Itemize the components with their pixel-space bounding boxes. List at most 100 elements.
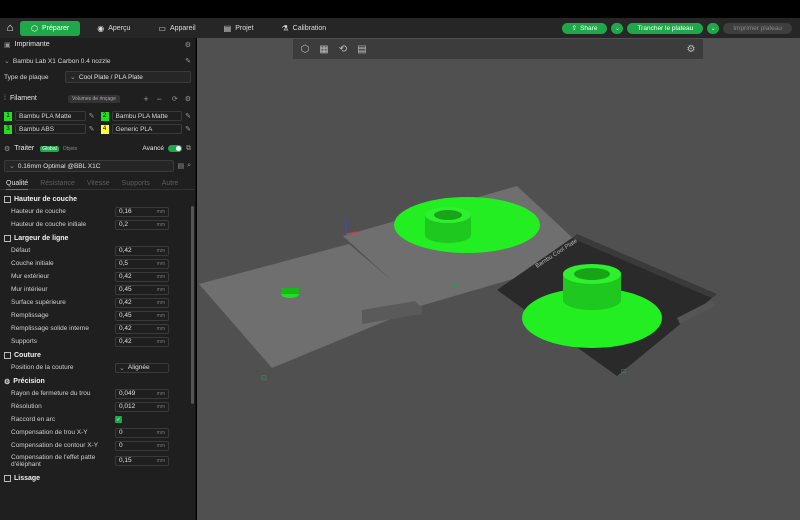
3d-model[interactable] <box>574 268 610 280</box>
3d-viewport[interactable]: ⬡ ▦ ⟲ ▤ ⚙ ⊡ ⊡ Bambu Cool Plate ⊡ <box>197 38 800 520</box>
objects-toggle[interactable]: Objets <box>63 146 77 152</box>
gear-icon[interactable]: ⚙ <box>185 95 191 103</box>
global-toggle[interactable]: Global <box>40 145 59 152</box>
chevron-down-icon: ⌄ <box>710 25 716 32</box>
param-row: Raccord en arc ✓ <box>11 416 122 423</box>
param-input[interactable]: 0,42 mm <box>115 271 169 282</box>
param-input[interactable]: 0,16 mm <box>115 206 169 217</box>
param-input[interactable]: 0,42 mm <box>115 323 169 334</box>
param-row: Remplissage 0,45 mm <box>0 309 195 322</box>
param-row: Couche initiale 0,5 mm <box>0 257 195 270</box>
sync-icon[interactable]: ⟳ <box>172 95 178 103</box>
advanced-switch[interactable] <box>168 145 182 152</box>
plate-origin-marker: ⊡ <box>621 369 626 375</box>
print-plate-button[interactable]: Imprimer plateau <box>723 22 792 34</box>
save-icon[interactable]: ▤ <box>177 162 184 170</box>
process-subtabs: Qualité Résistance Vitesse Supports Autr… <box>0 178 195 190</box>
3d-model[interactable] <box>425 227 471 243</box>
subtab-quality[interactable]: Qualité <box>6 178 29 190</box>
param-row: Mur extérieur 0,42 mm <box>0 270 195 283</box>
subtab-speed[interactable]: Vitesse <box>87 178 110 190</box>
param-input[interactable]: 0,012 mm <box>115 401 169 412</box>
tab-prepare[interactable]: ⬡ Préparer <box>20 20 81 36</box>
chevron-down-icon: ⌄ <box>119 364 125 372</box>
tab-device[interactable]: ▭ Appareil <box>147 21 206 36</box>
plus-icon[interactable]: + <box>143 94 148 104</box>
chevron-down-icon: ⌄ <box>4 58 10 65</box>
plate-type-select[interactable]: ⌄ Cool Plate / PLA Plate <box>65 71 191 83</box>
param-row: Compensation de l'effet patte d'éléphant… <box>0 452 195 469</box>
arc-fitting-checkbox[interactable]: ✓ <box>115 416 122 423</box>
param-input[interactable]: 0,15 mm <box>115 455 169 466</box>
param-input[interactable]: 0,42 mm <box>115 336 169 347</box>
print-dropdown-button[interactable]: ⌄ <box>707 22 720 34</box>
edit-icon[interactable]: ✎ <box>89 112 95 120</box>
filament-section-header: ⁞ Filament Volumes de rinçage + − ⟳ ⚙ <box>4 93 191 104</box>
printer-name[interactable]: Bambu Lab X1 Carbon 0.4 nozzle <box>13 58 182 65</box>
chevron-down-icon: ⌄ <box>614 25 620 32</box>
param-input[interactable]: 0,5 mm <box>115 258 169 269</box>
3d-model[interactable] <box>281 288 299 294</box>
param-row: Défaut 0,42 mm <box>0 244 195 257</box>
filament-slot[interactable]: 2 Bambu PLA Matte ✎ <box>100 111 191 121</box>
search-icon[interactable]: ⌕ <box>187 162 191 170</box>
param-row: Hauteur de couche initiale 0,2 mm <box>0 218 195 231</box>
layer-icon <box>4 196 11 203</box>
cube-icon: ⬡ <box>31 23 38 33</box>
sidebar-scrollbar[interactable] <box>191 206 194 404</box>
param-row: Compensation de contour X-Y 0 mm <box>0 439 195 452</box>
slice-dropdown-button[interactable]: ⌄ <box>611 22 624 34</box>
param-row: Hauteur de couche 0,16 mm <box>0 205 195 218</box>
flush-volume-button[interactable]: Volumes de rinçage <box>67 94 120 103</box>
line-width-icon <box>4 235 11 242</box>
3d-model[interactable] <box>563 290 621 310</box>
tab-preview[interactable]: ◉ Aperçu <box>86 21 141 36</box>
param-row: Résolution 0,012 mm <box>0 400 195 413</box>
window-titlebar <box>0 0 800 18</box>
edit-icon[interactable]: ✎ <box>185 125 191 133</box>
param-input[interactable]: 0,2 mm <box>115 219 169 230</box>
3d-model[interactable] <box>434 210 462 220</box>
document-icon: ▤ <box>223 23 232 33</box>
param-input[interactable]: 0,049 mm <box>115 388 169 399</box>
param-input[interactable]: 0 mm <box>115 427 169 438</box>
param-row: Remplissage solide interne 0,42 mm <box>0 322 195 335</box>
edit-icon[interactable]: ✎ <box>89 125 95 133</box>
subtab-strength[interactable]: Résistance <box>40 178 75 190</box>
monitor-icon: ▭ <box>158 23 166 33</box>
param-input[interactable]: 0,45 mm <box>115 284 169 295</box>
eye-icon: ◉ <box>97 23 105 33</box>
smoothing-group-header: Lissage <box>0 473 195 484</box>
param-row: Compensation de trou X-Y 0 mm <box>0 426 195 439</box>
param-input[interactable]: 0,42 mm <box>115 297 169 308</box>
param-row: Supports 0,42 mm <box>0 335 195 348</box>
home-icon[interactable]: ⌂ <box>0 18 20 38</box>
calibration-icon: ⚗ <box>281 23 289 33</box>
edit-icon[interactable]: ✎ <box>185 57 191 65</box>
subtab-other[interactable]: Autre <box>162 178 179 190</box>
process-icon: ⚙ <box>4 145 11 153</box>
tab-calibration[interactable]: ⚗ Calibration <box>271 21 338 36</box>
tab-project[interactable]: ▤ Projet <box>213 21 265 36</box>
filament-slot[interactable]: 3 Bambu ABS ✎ <box>4 124 95 134</box>
plate-type-label: Type de plaque <box>4 73 49 81</box>
gear-icon[interactable]: ⚙ <box>185 41 191 49</box>
filament-slot[interactable]: 1 Bambu PLA Matte ✎ <box>4 111 95 121</box>
param-input[interactable]: 0,45 mm <box>115 310 169 321</box>
subtab-supports[interactable]: Supports <box>122 178 150 190</box>
param-input[interactable]: 0,42 mm <box>115 245 169 256</box>
param-row: Rayon de fermeture du trou 0,049 mm <box>0 387 195 400</box>
share-button[interactable]: ⇪ Share <box>561 22 608 34</box>
process-preset-select[interactable]: ⌄ 0.16mm Optimal @BBL X1C <box>4 160 175 172</box>
chevron-down-icon: ⌄ <box>9 163 15 170</box>
edit-icon[interactable]: ✎ <box>185 112 191 120</box>
line-width-group-header: Largeur de ligne <box>0 233 195 244</box>
filament-slot[interactable]: 4 Generic PLA ✎ <box>100 124 191 134</box>
compare-icon[interactable]: ⧉ <box>186 145 191 153</box>
filament-list: 1 Bambu PLA Matte ✎ 2 Bambu PLA Matte ✎ 3 Bam… <box>0 111 195 134</box>
minus-icon[interactable]: − <box>157 94 162 104</box>
seam-position-select[interactable]: ⌄ Alignée <box>115 362 169 373</box>
param-input[interactable]: 0 mm <box>115 440 169 451</box>
slice-plate-button[interactable]: Trancher le plateau <box>627 22 704 34</box>
precision-icon: ⚙ <box>4 378 11 386</box>
